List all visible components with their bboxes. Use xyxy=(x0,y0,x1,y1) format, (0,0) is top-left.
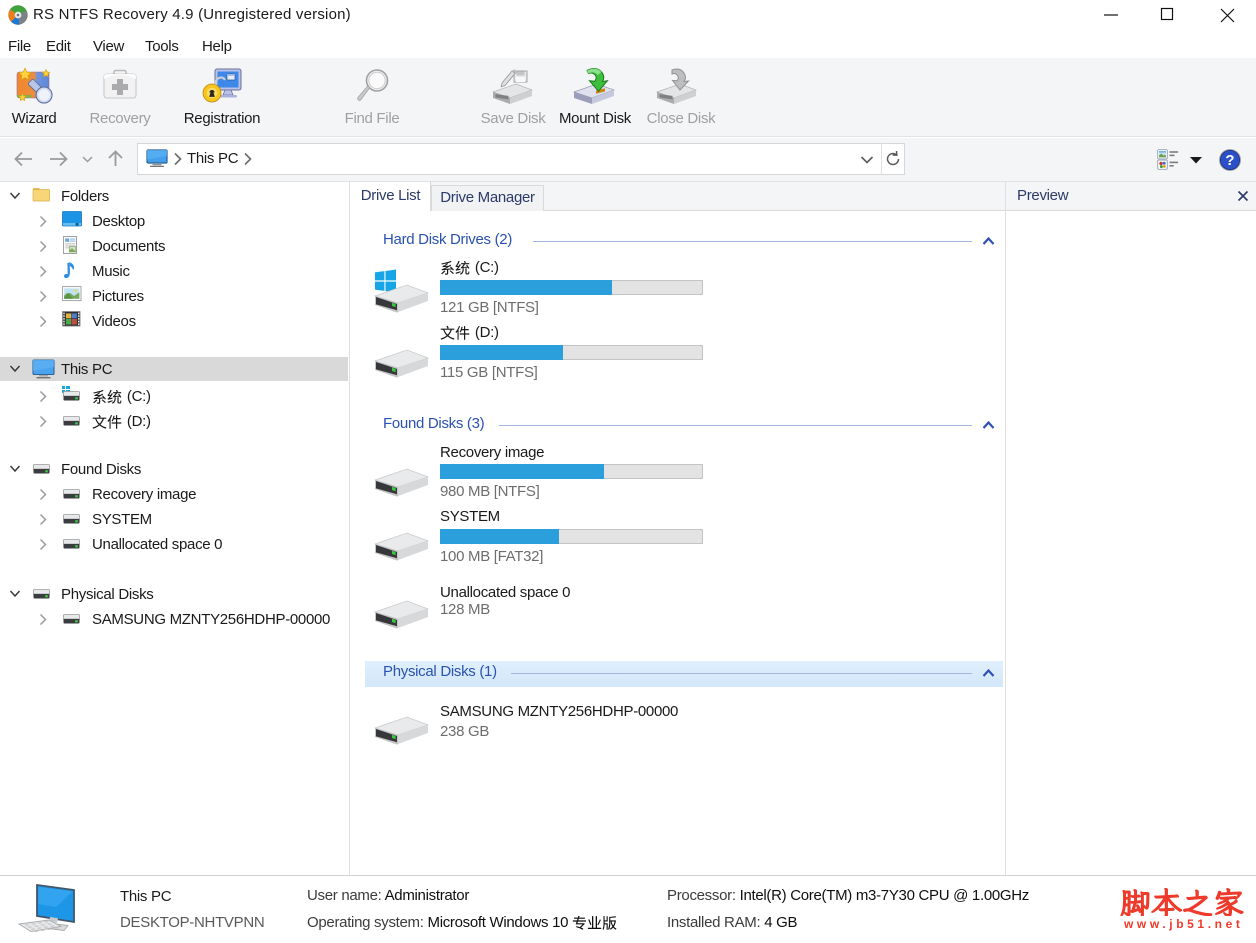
svg-text:?: ? xyxy=(1225,152,1234,169)
